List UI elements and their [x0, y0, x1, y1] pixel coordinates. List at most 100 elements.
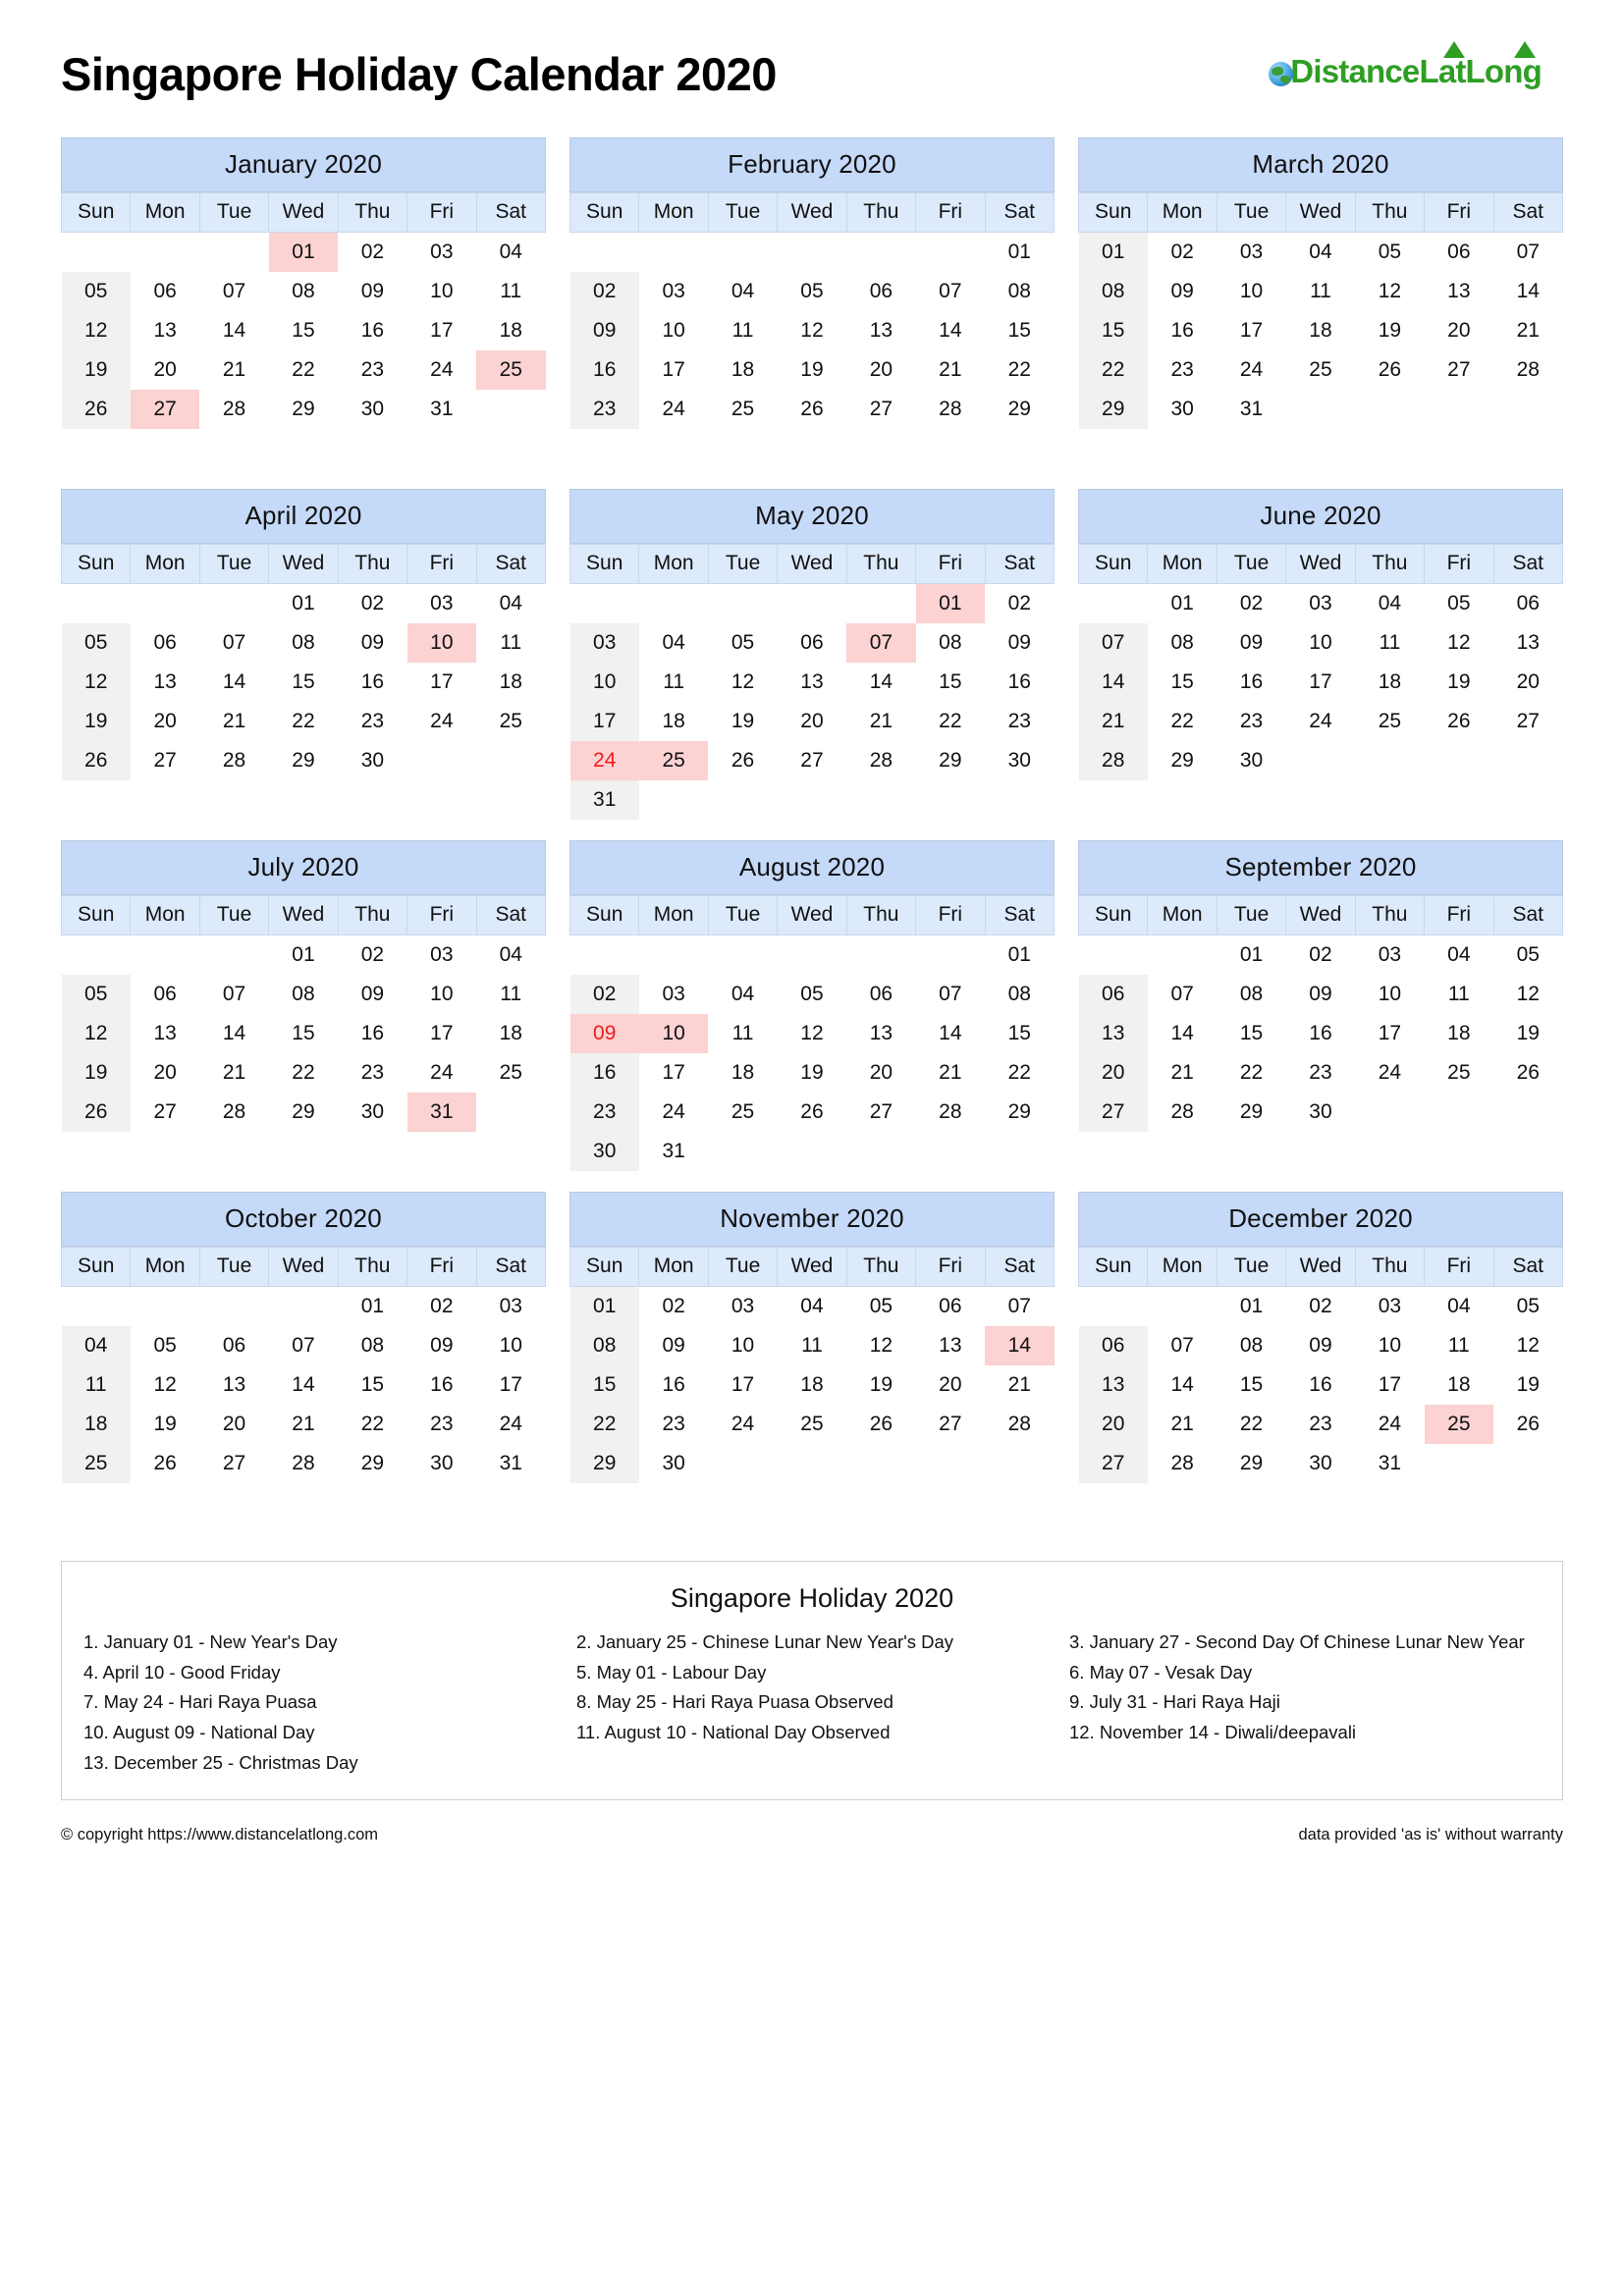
day-cell: 06: [800, 631, 824, 654]
weekday-header-sun: Sun: [60, 895, 132, 935]
week-row: 09 10 11 12 13 14 15: [569, 1014, 1055, 1053]
day-cell: 21: [222, 1061, 246, 1084]
week-row: 01 02 03 04 05: [1079, 1287, 1563, 1327]
weekday-header-row: Sun Mon Tue Wed Thu Fri Sat: [60, 544, 547, 584]
weekday-header-row: Sun Mon Tue Wed Thu Fri Sat: [568, 192, 1056, 233]
week-row: 26 27 28 29 30 31: [61, 390, 546, 429]
week-row: 01 02 03 04: [62, 935, 546, 976]
day-cell: 04: [1447, 943, 1471, 966]
day-cell-empty: [708, 1444, 777, 1483]
day-cell: 29: [939, 749, 962, 772]
day-cell: 21: [1170, 1413, 1194, 1435]
day-cell: 01: [1007, 240, 1031, 263]
day-cell: 10: [1378, 983, 1402, 1005]
disclaimer-text: data provided 'as is' without warranty: [1298, 1826, 1563, 1844]
weekday-header-mon: Mon: [1147, 1247, 1218, 1287]
day-cell-empty: [778, 1444, 846, 1483]
weekday-header-tue: Tue: [198, 192, 270, 233]
day-cell-empty: [1079, 584, 1148, 624]
weekday-header-fri: Fri: [1424, 895, 1494, 935]
weekday-header-sat: Sat: [475, 544, 547, 584]
day-cell: 24: [1378, 1413, 1402, 1435]
day-cell: 16: [1309, 1022, 1332, 1044]
day-cell: 12: [800, 319, 824, 342]
weekday-header-sat: Sat: [984, 1247, 1056, 1287]
day-cell-empty: [639, 233, 708, 273]
day-cell: 08: [1239, 983, 1264, 1005]
day-cell: 14: [1170, 1022, 1194, 1044]
week-row: 29 30 31: [1078, 390, 1563, 429]
week-row: 01 02 03 04 05 06 07: [1078, 232, 1563, 272]
day-cell-holiday: 25: [638, 741, 709, 780]
week-row: 01: [570, 935, 1055, 976]
month-table: May 2020 Sun Mon Tue Wed Thu Fri Sat 01 02 03 04 05 0…: [568, 489, 1056, 820]
day-cell: 05: [61, 975, 131, 1014]
week-row: 26 27 28 29 30 31: [61, 1093, 546, 1132]
day-cell: 14: [222, 670, 246, 693]
day-cell: 24: [662, 398, 685, 420]
month-table: June 2020 Sun Mon Tue Wed Thu Fri Sat 01 02 03 04 05…: [1077, 489, 1564, 780]
logo-text: DistanceLatLong: [1269, 41, 1543, 87]
weekday-header-tue: Tue: [1216, 192, 1287, 233]
day-cell-empty: [1425, 741, 1493, 780]
day-cell: 14: [222, 1022, 246, 1044]
day-cell: 28: [222, 749, 246, 772]
day-cell: 11: [731, 319, 754, 342]
day-cell: 30: [360, 1100, 385, 1123]
day-cell: 29: [292, 749, 315, 772]
day-cell: 11: [1447, 1334, 1470, 1357]
day-cell: 17: [662, 1061, 685, 1084]
day-cell: 11: [663, 670, 685, 693]
day-cell-empty: [708, 935, 777, 976]
day-cell-empty: [639, 780, 708, 820]
day-cell: 27: [869, 1100, 893, 1123]
day-cell: 22: [292, 358, 315, 381]
weekday-header-sun: Sun: [1077, 1247, 1149, 1287]
day-cell: 15: [292, 319, 315, 342]
week-row: 06 07 08 09 10 11 12: [1078, 1326, 1563, 1365]
day-cell: 31: [1378, 1452, 1402, 1474]
day-cell-empty: [916, 935, 985, 976]
day-cell-holiday: 31: [406, 1093, 477, 1132]
day-cell-empty: [476, 1093, 545, 1132]
week-row: 20 21 22 23 24 25 26: [1078, 1053, 1563, 1093]
day-cell: 08: [1078, 272, 1148, 311]
day-cell: 11: [1310, 280, 1331, 302]
month-block: June 2020 Sun Mon Tue Wed Thu Fri Sat 01 02 03 04 05…: [1077, 489, 1564, 840]
weekday-header-sat: Sat: [475, 895, 547, 935]
day-cell: 18: [731, 1061, 755, 1084]
day-cell: 08: [1239, 1334, 1264, 1357]
day-cell-empty: [1148, 935, 1217, 976]
day-cell: 26: [1447, 710, 1471, 732]
day-cell: 26: [61, 741, 131, 780]
legend-item: 9. July 31 - Hari Raya Haji: [1069, 1691, 1280, 1713]
day-cell: 24: [1239, 358, 1264, 381]
day-cell: 01: [1170, 592, 1194, 614]
month-title: March 2020: [1078, 137, 1563, 192]
day-cell: 05: [61, 623, 131, 663]
day-cell: 03: [662, 280, 685, 302]
day-cell: 01: [569, 1286, 639, 1326]
day-cell: 21: [222, 710, 246, 732]
day-cell: 23: [1309, 1413, 1332, 1435]
month-table: February 2020 Sun Mon Tue Wed Thu Fri Sat 01 02 03…: [568, 137, 1056, 429]
week-row: 01 02 03 04 05 06: [1079, 584, 1563, 624]
day-cell: 27: [869, 398, 893, 420]
day-cell: 12: [800, 1022, 824, 1044]
day-cell: 22: [360, 1413, 385, 1435]
day-cell: 16: [1170, 319, 1194, 342]
weekday-header-row: Sun Mon Tue Wed Thu Fri Sat: [60, 192, 547, 233]
month-title: April 2020: [61, 489, 546, 544]
weekday-header-fri: Fri: [1424, 192, 1494, 233]
legend-item: 8. May 25 - Hari Raya Puasa Observed: [576, 1691, 893, 1713]
week-row: 05 06 07 08 09 10 11: [61, 272, 546, 311]
day-cell: 09: [430, 1334, 454, 1357]
day-cell: 08: [292, 280, 315, 302]
day-cell: 16: [1239, 670, 1264, 693]
week-row: 05 06 07 08 09 10 11: [61, 623, 546, 663]
day-cell: 22: [1007, 358, 1031, 381]
day-cell: 20: [1516, 670, 1540, 693]
weekday-header-tue: Tue: [198, 1247, 270, 1287]
day-cell: 15: [939, 670, 962, 693]
weekday-header-sun: Sun: [1077, 895, 1149, 935]
